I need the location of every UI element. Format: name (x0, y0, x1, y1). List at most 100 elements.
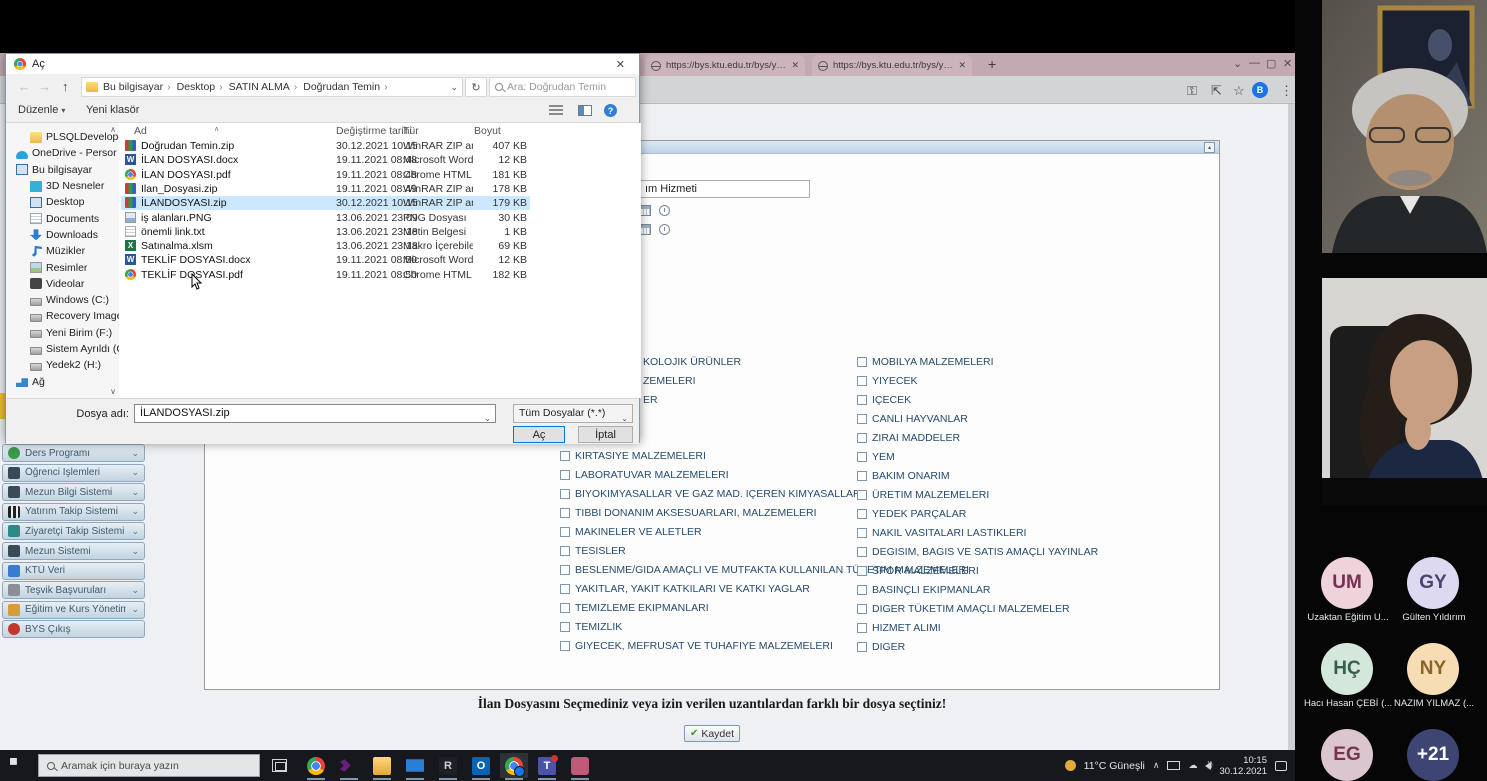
tree-item[interactable]: Videolar (6, 276, 119, 292)
help-icon[interactable]: ? (604, 104, 617, 117)
display-icon[interactable] (1167, 761, 1180, 770)
dialog-search-box[interactable]: Ara: Doğrudan Temin (489, 77, 636, 97)
checkbox[interactable] (857, 471, 867, 481)
file-row[interactable]: Doğrudan Temin.zip 30.12.2021 10:15 WinR… (119, 139, 641, 153)
bys-menu-item[interactable]: Mezun Sistemi ⌄ (2, 542, 145, 560)
tab-close-icon[interactable]: ✕ (791, 60, 799, 71)
taskbar-app-button[interactable] (467, 753, 495, 778)
tree-item[interactable]: Desktop (6, 194, 119, 210)
file-row[interactable]: İLANDOSYASI.zip 30.12.2021 10:15 WinRAR … (119, 196, 641, 210)
tray-expand-icon[interactable]: ∧ (1153, 760, 1160, 771)
checkbox[interactable] (560, 603, 570, 613)
window-close-button[interactable]: ✕ (1283, 57, 1292, 70)
checkbox[interactable] (857, 395, 867, 405)
checkbox[interactable] (560, 546, 570, 556)
browser-tab-1[interactable]: https://bys.ktu.edu.tr/bys/yetkis ✕ (645, 55, 805, 76)
page-scrollbar[interactable] (1288, 104, 1295, 750)
bys-menu-item[interactable]: Mezun Bilgi Sistemi ⌄ (2, 483, 145, 501)
tree-item[interactable]: Resimler (6, 259, 119, 275)
column-header-type[interactable]: Tür (403, 125, 419, 137)
checkbox[interactable] (857, 433, 867, 443)
tree-item[interactable]: Windows (C:) (6, 292, 119, 308)
breadcrumb-dropdown-icon[interactable]: ⌄ (450, 82, 458, 93)
checkbox[interactable] (560, 584, 570, 594)
taskbar-app-button[interactable] (368, 753, 396, 778)
browser-profile-avatar[interactable]: B (1252, 82, 1268, 98)
checkbox[interactable] (857, 604, 867, 614)
taskbar-app-button[interactable] (566, 753, 594, 778)
taskbar-app-button[interactable] (500, 753, 528, 778)
filetype-select[interactable]: Tüm Dosyalar (*.*) ⌄ (513, 404, 633, 423)
checkbox[interactable] (857, 585, 867, 595)
participant-avatar[interactable]: NY (1407, 643, 1459, 695)
file-row[interactable]: Satınalma.xlsm 13.06.2021 23:18 Makro İç… (119, 239, 641, 253)
tree-item[interactable]: OneDrive - Persor (6, 145, 119, 161)
checkbox[interactable] (560, 527, 570, 537)
checkbox[interactable] (560, 622, 570, 632)
checkbox[interactable] (560, 470, 570, 480)
participant-avatar[interactable]: +21 (1407, 729, 1459, 781)
breadcrumb-segment[interactable]: SATIN ALMA (229, 81, 302, 93)
bys-menu-item[interactable]: Ziyaretçi Takip Sistemi ⌄ (2, 522, 145, 540)
tree-item[interactable]: Sistem Ayrıldı (G (6, 341, 119, 357)
checkbox[interactable] (857, 642, 867, 652)
window-restore-down-icon[interactable]: ⌄ (1233, 57, 1242, 70)
tree-item[interactable]: Documents (6, 210, 119, 226)
forward-icon[interactable]: → (38, 79, 51, 94)
checkbox[interactable] (857, 623, 867, 633)
tree-item[interactable]: Bu bilgisayar (6, 162, 119, 178)
key-icon[interactable]: ⚿ (1187, 83, 1197, 99)
bys-menu-item[interactable]: Yatırım Takip Sistemi ⌄ (2, 503, 145, 521)
up-icon[interactable]: ↑ (62, 79, 69, 94)
column-header-date[interactable]: Değiştirme tarihi (336, 125, 412, 137)
file-row[interactable]: önemli link.txt 13.06.2021 23:18 Metin B… (119, 225, 641, 239)
new-folder-button[interactable]: Yeni klasör (86, 104, 139, 116)
file-row[interactable]: TEKLİF DOSYASI.docx 19.11.2021 08:50 Mic… (119, 253, 641, 267)
calendar-icon[interactable] (640, 224, 651, 235)
clock-icon[interactable] (659, 224, 670, 235)
browser-tab-2[interactable]: https://bys.ktu.edu.tr/bys/yetkis ✕ (812, 55, 972, 76)
checkbox[interactable] (560, 565, 570, 575)
breadcrumb[interactable]: Bu bilgisayar Desktop SATIN ALMA Doğruda… (81, 77, 463, 97)
breadcrumb-segment[interactable]: Doğrudan Temin (303, 81, 391, 93)
tree-item[interactable]: 3D Nesneler (6, 178, 119, 194)
bys-menu-item[interactable]: Öğrenci İşlemleri ⌄ (2, 464, 145, 482)
tab-close-icon[interactable]: ✕ (958, 60, 966, 71)
checkbox[interactable] (857, 566, 867, 576)
checkbox[interactable] (857, 414, 867, 424)
organize-button[interactable]: Düzenle ▾ (18, 104, 65, 116)
participant-avatar[interactable]: EG (1321, 729, 1373, 781)
taskbar-app-button[interactable] (302, 753, 330, 778)
back-icon[interactable]: ← (18, 79, 31, 94)
bys-menu-item[interactable]: BYS Çıkış ⌄ (2, 620, 145, 638)
participant-avatar[interactable]: GY (1407, 557, 1459, 609)
participant-video-1[interactable] (1322, 0, 1487, 253)
share-icon[interactable]: ⇱ (1211, 83, 1222, 99)
taskbar-app-button[interactable] (401, 753, 429, 778)
dialog-title-bar[interactable]: Aç ✕ (6, 54, 639, 74)
start-button[interactable] (10, 758, 25, 773)
taskbar-search[interactable]: Aramak için buraya yazın (38, 754, 260, 777)
preview-pane-icon[interactable] (578, 105, 592, 116)
tree-item[interactable]: PLSQLDeveloper (6, 129, 119, 145)
participant-video-2[interactable] (1322, 278, 1487, 505)
bys-menu-item[interactable]: Ders Programı ⌄ (2, 444, 145, 462)
file-row[interactable]: iş alanları.PNG 13.06.2021 23:09 PNG Dos… (119, 211, 641, 225)
checkbox[interactable] (857, 490, 867, 500)
taskbar-app-button[interactable] (533, 753, 561, 778)
chevron-down-icon[interactable]: ⌄ (484, 410, 491, 427)
refresh-button[interactable]: ↻ (465, 77, 487, 97)
tree-item[interactable]: Müzikler (6, 243, 119, 259)
browser-menu-icon[interactable]: ⋮ (1280, 83, 1293, 99)
bys-menu-item[interactable]: Teşvik Başvuruları ⌄ (2, 581, 145, 599)
window-maximize-button[interactable]: ▢ (1266, 57, 1276, 70)
checkbox[interactable] (560, 489, 570, 499)
scroll-up-icon[interactable]: ∧ (110, 125, 116, 134)
list-view-icon[interactable] (549, 105, 563, 116)
file-row[interactable]: Ilan_Dosyasi.zip 19.11.2021 08:49 WinRAR… (119, 182, 641, 196)
file-row[interactable]: İLAN DOSYASI.docx 19.11.2021 08:48 Micro… (119, 153, 641, 167)
checkbox[interactable] (857, 452, 867, 462)
tree-item[interactable]: Yedek2 (H:) (6, 357, 119, 373)
participant-avatar[interactable]: UM (1321, 557, 1373, 609)
taskbar-clock[interactable]: 10:15 30.12.2021 (1219, 755, 1267, 777)
